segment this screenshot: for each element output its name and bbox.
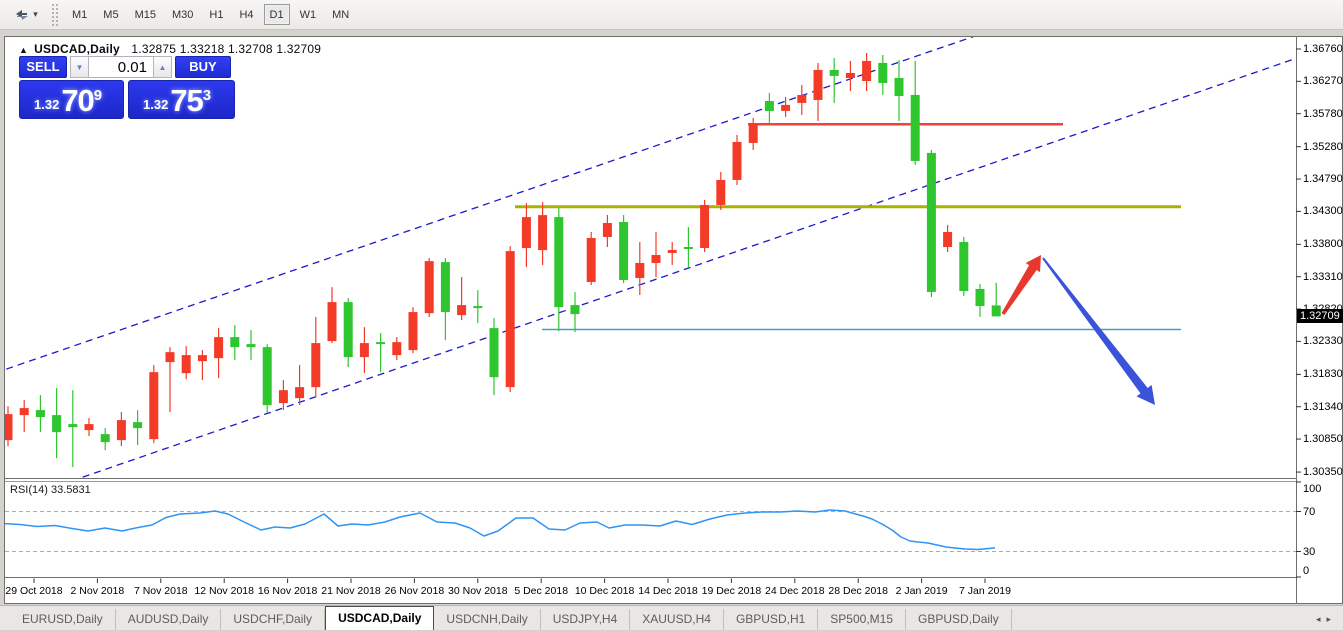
sell-price-prefix: 1.32	[34, 95, 59, 115]
tab-gbpusd-daily[interactable]: GBPUSD,Daily	[906, 609, 1012, 630]
timeframe-button-mn[interactable]: MN	[326, 4, 355, 25]
price-axis-label: 1.34790	[1303, 173, 1343, 185]
sell-price-display[interactable]: 1.32 70 9	[19, 80, 124, 119]
date-axis-label: 2 Jan 2019	[896, 585, 948, 597]
date-axis-label: 7 Jan 2019	[959, 585, 1011, 597]
timeframe-button-h4[interactable]: H4	[233, 4, 259, 25]
tab-xauusd-h4[interactable]: XAUUSD,H4	[630, 609, 724, 630]
date-axis-label: 10 Dec 2018	[575, 585, 635, 597]
timeframe-bar: M1M5M15M30H1H4D1W1MN	[66, 4, 359, 25]
tab-gbpusd-h1[interactable]: GBPUSD,H1	[724, 609, 818, 630]
tab-sp500-m15[interactable]: SP500,M15	[818, 609, 906, 630]
date-axis-label: 2 Nov 2018	[71, 585, 125, 597]
chart-shift-button[interactable]: ▾	[6, 3, 46, 27]
date-axis-label: 28 Dec 2018	[828, 585, 888, 597]
timeframe-button-w1[interactable]: W1	[294, 4, 323, 25]
tab-usdcnh-daily[interactable]: USDCNH,Daily	[434, 609, 540, 630]
date-axis-label: 14 Dec 2018	[638, 585, 698, 597]
date-axis-label: 7 Nov 2018	[134, 585, 188, 597]
sell-price-big: 70	[61, 86, 93, 115]
current-price-tag: 1.32709	[1297, 309, 1343, 323]
tab-scroll-arrows[interactable]: ◂▸	[1316, 614, 1337, 625]
timeframe-button-d1[interactable]: D1	[264, 4, 290, 25]
tab-usdcad-daily[interactable]: USDCAD,Daily	[325, 606, 434, 630]
price-axis-label: 1.36270	[1303, 75, 1343, 87]
date-axis-label: 26 Nov 2018	[385, 585, 445, 597]
toolbar-grip-handle[interactable]	[52, 4, 58, 26]
timeframe-button-m5[interactable]: M5	[97, 4, 124, 25]
main-toolbar: ▾ M1M5M15M30H1H4D1W1MN	[0, 0, 1343, 30]
rsi-axis-label: 30	[1303, 546, 1315, 558]
buy-price-pip: 3	[203, 87, 211, 104]
date-axis-label: 29 Oct 2018	[5, 585, 62, 597]
buy-price-big: 75	[170, 86, 202, 115]
price-axis-label: 1.31340	[1303, 401, 1343, 413]
timeframe-button-h1[interactable]: H1	[203, 4, 229, 25]
volume-increase-button[interactable]: ▲	[153, 56, 172, 78]
chart-ohlc-values: 1.32875 1.33218 1.32708 1.32709	[131, 42, 321, 56]
price-axis-label: 1.30850	[1303, 433, 1343, 445]
tab-usdjpy-h4[interactable]: USDJPY,H4	[541, 609, 630, 630]
chart-shift-icon	[14, 8, 30, 22]
chart-window[interactable]: ▲ USDCAD,Daily 1.32875 1.33218 1.32708 1.…	[4, 36, 1343, 604]
rsi-axis-label: 100	[1303, 483, 1321, 495]
chevron-down-icon: ▾	[33, 9, 38, 20]
sell-price-pip: 9	[94, 87, 102, 104]
volume-input[interactable]	[89, 56, 153, 78]
tab-scroll-right-icon[interactable]: ▸	[1326, 614, 1337, 624]
chart-tab-bar: EURUSD,DailyAUDUSD,DailyUSDCHF,DailyUSDC…	[0, 605, 1343, 630]
collapse-panel-icon[interactable]: ▲	[19, 45, 28, 55]
date-axis-label: 16 Nov 2018	[258, 585, 318, 597]
date-axis-label: 19 Dec 2018	[702, 585, 762, 597]
buy-price-prefix: 1.32	[143, 95, 168, 115]
price-axis-label: 1.33310	[1303, 271, 1343, 283]
chart-symbol-label: USDCAD,Daily	[34, 42, 120, 56]
volume-decrease-button[interactable]: ▼	[70, 56, 89, 78]
date-axis-label: 24 Dec 2018	[765, 585, 825, 597]
tab-eurusd-daily[interactable]: EURUSD,Daily	[10, 609, 116, 630]
price-axis-label: 1.30350	[1303, 466, 1343, 478]
price-axis-label: 1.33800	[1303, 238, 1343, 250]
tab-scroll-left-icon[interactable]: ◂	[1316, 614, 1327, 624]
rsi-axis-label: 0	[1303, 565, 1309, 577]
rsi-indicator-label: RSI(14) 33.5831	[10, 484, 91, 496]
tab-usdchf-daily[interactable]: USDCHF,Daily	[221, 609, 325, 630]
sell-button[interactable]: SELL	[19, 56, 67, 78]
price-axis-label: 1.36760	[1303, 43, 1343, 55]
timeframe-button-m1[interactable]: M1	[66, 4, 93, 25]
tab-audusd-daily[interactable]: AUDUSD,Daily	[116, 609, 222, 630]
price-axis-label: 1.35780	[1303, 108, 1343, 120]
date-axis-label: 5 Dec 2018	[514, 585, 568, 597]
date-axis-label: 21 Nov 2018	[321, 585, 381, 597]
chart-title: ▲ USDCAD,Daily 1.32875 1.33218 1.32708 1.…	[19, 42, 321, 56]
price-axis-label: 1.31830	[1303, 368, 1343, 380]
timeframe-button-m15[interactable]: M15	[129, 4, 162, 25]
date-axis-label: 12 Nov 2018	[194, 585, 254, 597]
date-axis-label: 30 Nov 2018	[448, 585, 508, 597]
price-axis-label: 1.32330	[1303, 335, 1343, 347]
one-click-trading-panel: SELL ▼ ▲ BUY 1.32 70 9 1.32 75 3	[19, 56, 235, 139]
buy-button[interactable]: BUY	[175, 56, 231, 78]
rsi-axis-label: 70	[1303, 506, 1315, 518]
price-axis-label: 1.35280	[1303, 141, 1343, 153]
buy-price-display[interactable]: 1.32 75 3	[128, 80, 235, 119]
price-axis-label: 1.34300	[1303, 205, 1343, 217]
timeframe-button-m30[interactable]: M30	[166, 4, 199, 25]
